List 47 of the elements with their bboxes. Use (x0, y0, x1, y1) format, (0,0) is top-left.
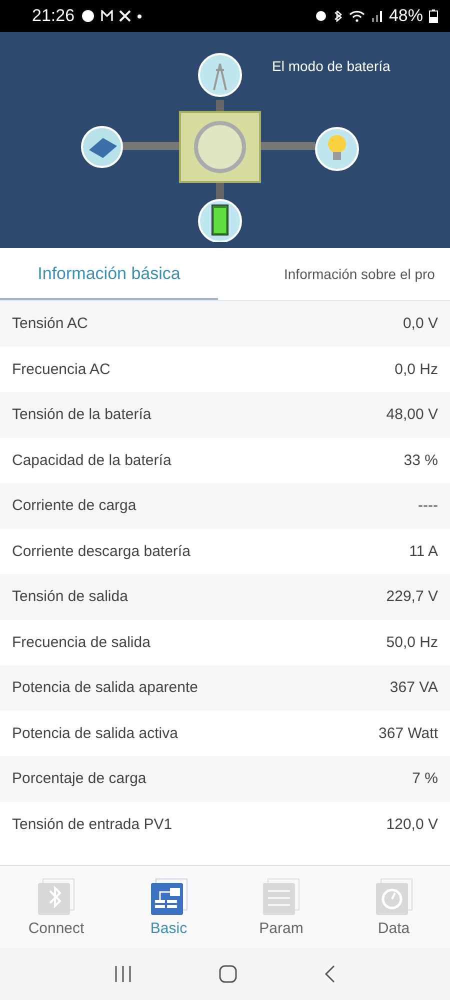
parameter-value: 367 VA (390, 679, 438, 696)
parameter-label: Capacidad de la batería (12, 452, 172, 469)
parameter-label: Frecuencia AC (12, 360, 110, 378)
bluetooth-icon (332, 10, 343, 22)
mode-label: El modo de batería (272, 58, 390, 74)
parameter-value: 11 A (409, 542, 438, 560)
parameter-label: Corriente de carga (12, 497, 136, 514)
parameter-label: Potencia de salida activa (12, 724, 178, 742)
parameter-label: Tensión de entrada PV1 (12, 816, 172, 833)
parameter-value: 229,7 V (386, 588, 438, 606)
parameter-label: Corriente descarga batería (12, 542, 190, 560)
parameter-label: Frecuencia de salida (12, 634, 150, 651)
recent-apps-button[interactable] (112, 965, 133, 983)
parameter-label: Tensión AC (12, 315, 88, 332)
clock: 21:26 (32, 6, 75, 26)
gauge-folder-icon (374, 878, 413, 916)
parameter-value: 50,0 Hz (386, 634, 438, 651)
battery-percent: 48% (388, 6, 423, 26)
parameter-value: 7 % (412, 770, 438, 788)
parameter-value: 48,00 V (386, 406, 438, 424)
parameter-label: Porcentaje de carga (12, 770, 146, 788)
parameter-value: 0,0 V (402, 315, 438, 332)
parameter-label: Potencia de salida aparente (12, 679, 198, 696)
signal-icon (370, 10, 383, 22)
parameter-label: Tensión de salida (12, 588, 128, 606)
circle-icon (80, 9, 95, 23)
mail-icon (100, 10, 113, 22)
x-icon (118, 10, 131, 22)
parameter-value: ---- (418, 497, 438, 514)
nav-tab[interactable]: Connect (11, 876, 102, 938)
bluetooth-folder-icon (37, 878, 76, 916)
nav-tab[interactable]: Data (348, 876, 439, 938)
nav-tab[interactable]: Basic (124, 876, 214, 938)
parameter-value: 0,0 Hz (394, 360, 438, 378)
parameter-value: 120,0 V (386, 816, 438, 833)
battery-icon (429, 9, 438, 23)
back-button[interactable] (323, 964, 338, 984)
parameter-label: Tensión de la batería (12, 406, 152, 424)
nav-tab[interactable]: Param (236, 876, 326, 938)
home-button[interactable] (218, 964, 238, 984)
alarm-icon (314, 10, 327, 22)
dot-icon (136, 14, 142, 18)
parameter-value: 33 % (404, 452, 438, 469)
sliders-folder-icon (262, 878, 300, 916)
parameter-value: 367 Watt (378, 724, 438, 742)
wifi-icon (348, 10, 365, 22)
network-folder-icon (150, 878, 188, 916)
